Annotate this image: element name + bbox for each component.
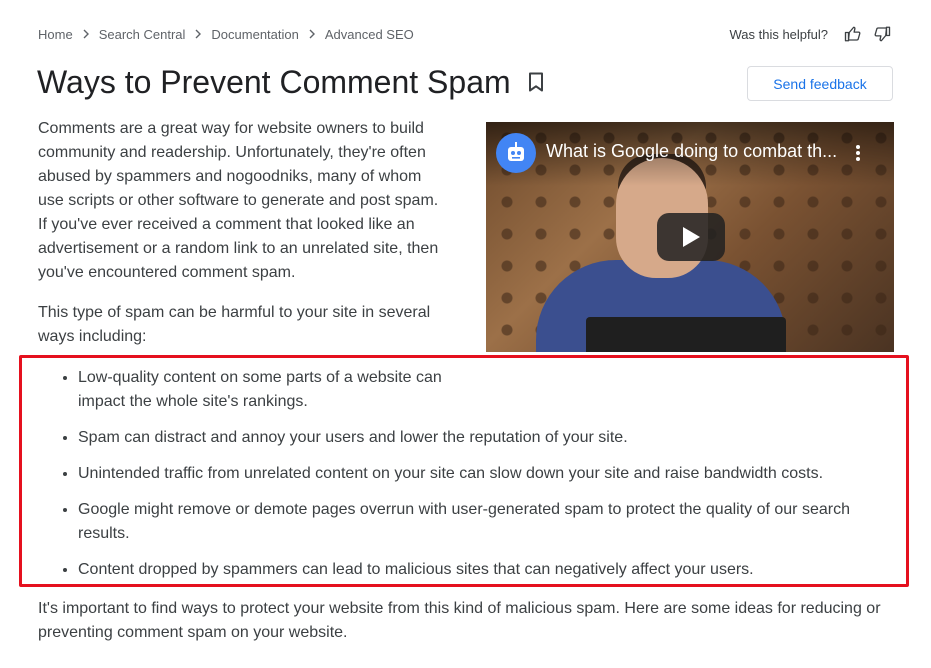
play-button[interactable] (657, 213, 725, 261)
list-item: Spam can distract and annoy your users a… (78, 426, 878, 450)
helpful-label: Was this helpful? (729, 26, 828, 42)
chevron-right-icon (308, 29, 316, 39)
breadcrumb-home[interactable]: Home (38, 27, 73, 42)
list-item: Unintended traffic from unrelated conten… (78, 462, 878, 486)
thumb-up-icon[interactable] (842, 23, 864, 45)
helpful-widget: Was this helpful? (729, 22, 893, 46)
list-item: Low-quality content on some parts of a w… (78, 366, 450, 414)
chevron-right-icon (82, 29, 90, 39)
breadcrumb-documentation[interactable]: Documentation (211, 27, 298, 42)
video-player[interactable]: What is Google doing to combat th... (486, 122, 894, 352)
page-title-text: Ways to Prevent Comment Spam (37, 64, 511, 100)
channel-avatar[interactable] (496, 133, 536, 173)
send-feedback-button[interactable]: Send feedback (747, 66, 893, 101)
list-item: Google might remove or demote pages over… (78, 498, 878, 546)
breadcrumb-search-central[interactable]: Search Central (99, 27, 186, 42)
thumb-down-icon[interactable] (871, 23, 893, 45)
intro-paragraph: Comments are a great way for website own… (38, 120, 439, 281)
outro-paragraph: It's important to find ways to protect y… (38, 600, 881, 641)
bookmark-icon[interactable] (528, 71, 548, 93)
harm-intro-paragraph: This type of spam can be harmful to your… (38, 304, 431, 345)
play-icon (683, 227, 700, 247)
more-vert-icon[interactable] (852, 143, 864, 163)
breadcrumb-advanced-seo[interactable]: Advanced SEO (325, 27, 414, 42)
chevron-right-icon (194, 29, 202, 39)
video-title[interactable]: What is Google doing to combat th... (546, 141, 846, 162)
breadcrumb: Home Search Central Documentation Advanc… (38, 24, 414, 44)
video-laptop (586, 317, 786, 352)
page-title: Ways to Prevent Comment Spam (37, 60, 548, 104)
list-item: Content dropped by spammers can lead to … (78, 558, 878, 582)
harm-list: Low-quality content on some parts of a w… (54, 366, 878, 582)
